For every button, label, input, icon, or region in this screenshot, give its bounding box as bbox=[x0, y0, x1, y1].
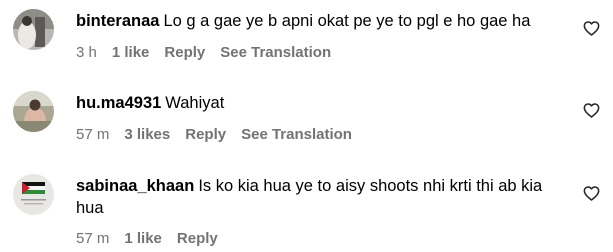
avatar[interactable] bbox=[13, 174, 54, 215]
see-translation-button[interactable]: See Translation bbox=[241, 126, 352, 143]
comment-meta: 57 m 1 like Reply bbox=[76, 230, 233, 247]
comment-text: binteranaa Lo g a gae ye b apni okat pe y… bbox=[76, 10, 566, 32]
comment-body-continued: hua bbox=[76, 199, 104, 217]
comment-body: Wahiyat bbox=[165, 94, 225, 112]
comment-item: sabinaa_khaan Is ko kia hua ye to aisy sh… bbox=[0, 162, 613, 252]
like-heart-icon[interactable] bbox=[583, 186, 601, 202]
like-heart-icon[interactable] bbox=[583, 21, 601, 37]
reply-button[interactable]: Reply bbox=[164, 44, 205, 61]
username[interactable]: hu.ma4931 bbox=[76, 94, 161, 112]
likes-count[interactable]: 3 likes bbox=[124, 126, 170, 143]
likes-count[interactable]: 1 like bbox=[112, 44, 150, 61]
likes-count[interactable]: 1 like bbox=[124, 230, 162, 247]
timestamp[interactable]: 57 m bbox=[76, 230, 109, 247]
username[interactable]: binteranaa bbox=[76, 12, 159, 30]
like-heart-icon[interactable] bbox=[583, 103, 601, 119]
avatar[interactable] bbox=[13, 9, 54, 50]
username[interactable]: sabinaa_khaan bbox=[76, 177, 194, 195]
comment-item: hu.ma4931 Wahiyat 57 m 3 likes Reply See Tra… bbox=[0, 80, 613, 162]
reply-button[interactable]: Reply bbox=[185, 126, 226, 143]
see-translation-button[interactable]: See Translation bbox=[220, 44, 331, 61]
comment-body: Lo g a gae ye b apni okat pe ye to pgl e… bbox=[163, 12, 531, 30]
reply-button[interactable]: Reply bbox=[177, 230, 218, 247]
timestamp[interactable]: 57 m bbox=[76, 126, 109, 143]
comment-meta: 57 m 3 likes Reply See Translation bbox=[76, 126, 367, 143]
comment-text: hu.ma4931 Wahiyat bbox=[76, 92, 566, 114]
comment-text: sabinaa_khaan Is ko kia hua ye to aisy sh… bbox=[76, 175, 566, 219]
avatar[interactable] bbox=[13, 91, 54, 132]
timestamp[interactable]: 3 h bbox=[76, 44, 97, 61]
comment-item: binteranaa Lo g a gae ye b apni okat pe y… bbox=[0, 0, 613, 80]
comment-body: Is ko kia hua ye to aisy shoots nhi krti… bbox=[198, 177, 543, 195]
comment-meta: 3 h 1 like Reply See Translation bbox=[76, 44, 346, 61]
